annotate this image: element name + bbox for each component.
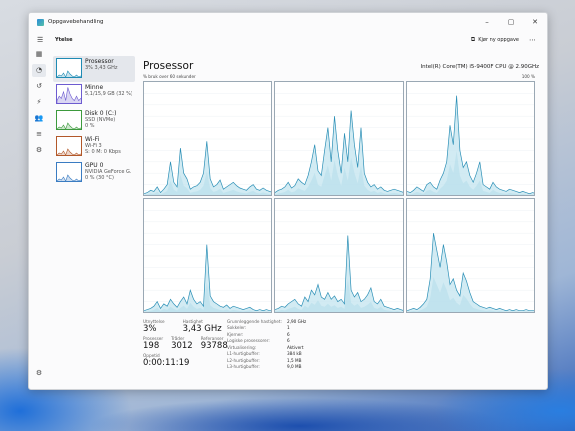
cpu-core-graph-4	[274, 198, 404, 313]
sidebar-sparkline	[57, 87, 81, 103]
users-icon[interactable]: 👥	[32, 112, 46, 125]
handles-value: 93788	[200, 341, 228, 351]
cpu-graph-grid	[143, 81, 535, 313]
usage-area	[275, 110, 403, 195]
sidebar-sparkline	[57, 122, 81, 129]
detail-key: Grunnleggende hastighet:	[227, 319, 282, 324]
page-title: Ytelse	[55, 36, 73, 43]
toolbar: ☰ Ytelse ⧉ Kjør ny oppgave ⋯	[29, 31, 547, 48]
processes-icon[interactable]: ▦	[32, 48, 46, 61]
sidebar-item-name: GPU 0	[85, 162, 104, 169]
usage-line	[275, 235, 403, 311]
cpu-stats: Utnyttelse 3% Hastighet 3,43 GHz Prosess…	[143, 319, 539, 370]
minimize-button[interactable]: –	[475, 13, 499, 31]
title-bar: Oppgavebehandling – ▢ ✕	[29, 13, 547, 31]
usage-area	[406, 233, 534, 312]
sidebar-item-text: GPU 0 NVIDIA GeForce G... 0 % (30 °C)	[85, 162, 132, 181]
sidebar-thumbnail	[56, 136, 82, 156]
task-manager-window: Oppgavebehandling – ▢ ✕ ☰ Ytelse ⧉ Kjør …	[28, 12, 548, 390]
sidebar-thumbnail	[56, 162, 82, 182]
window-controls: – ▢ ✕	[475, 13, 547, 31]
task-manager-app-icon	[37, 18, 44, 26]
sidebar-item-name: Disk 0 (C:)	[85, 110, 117, 117]
sidebar-item-line2: 0 % (30 °C)	[85, 175, 114, 181]
sidebar-item-name: Minne	[85, 84, 104, 91]
detail-value: 384 kB	[287, 351, 302, 357]
run-task-icon: ⧉	[470, 35, 476, 43]
sidebar-item-1[interactable]: Prosessor 3% 3,43 GHz	[53, 56, 135, 82]
uptime-value: 0:00:11:19	[143, 358, 190, 368]
sidebar-sparkline	[57, 148, 81, 155]
panel-title: Prosessor	[143, 60, 194, 72]
sidebar-thumbnail	[56, 110, 82, 130]
sidebar-item-3[interactable]: Disk 0 (C:) SSD (NVMe) 0 %	[53, 108, 135, 134]
processes-value: 198	[143, 341, 160, 351]
detail-value: 6	[287, 331, 290, 337]
detail-key: Kjerner:	[227, 331, 244, 337]
sidebar-item-line2: S: 0 M: 0 Kbps	[85, 149, 121, 155]
detail-value: 9,0 MB	[287, 364, 302, 370]
run-new-task-button[interactable]: ⧉ Kjør ny oppgave	[471, 36, 519, 44]
cpu-model-name: Intel(R) Core(TM) i5-9400F CPU @ 2.90GHz	[420, 64, 539, 70]
graph-caption: % bruk over 60 sekunder	[143, 74, 196, 79]
cpu-core-graph-3	[143, 198, 273, 313]
sidebar-item-line2: 0 %	[85, 123, 95, 129]
utilization-value: 3%	[143, 324, 157, 334]
window-title: Oppgavebehandling	[48, 19, 104, 25]
sidebar-item-line1: 5,1/15,9 GB (32 %)	[85, 91, 132, 97]
performance-sidebar: Prosessor 3% 3,43 GHz Minne 5,1/15,9 GB (32…	[53, 56, 135, 186]
performance-icon[interactable]: ◔	[32, 64, 46, 77]
maximize-button[interactable]: ▢	[499, 13, 523, 31]
sidebar-item-name: Wi-Fi	[85, 136, 100, 143]
sidebar-item-2[interactable]: Minne 5,1/15,9 GB (32 %)	[53, 82, 135, 108]
startup-icon[interactable]: ⚡	[32, 96, 46, 109]
detail-value: 6	[287, 338, 290, 344]
detail-key: L2-hurtigbuffer:	[227, 357, 260, 363]
sidebar-item-5[interactable]: GPU 0 NVIDIA GeForce G... 0 % (30 °C)	[53, 160, 135, 186]
settings-icon[interactable]: ⚙	[32, 367, 46, 380]
sidebar-sparkline	[57, 70, 81, 77]
sidebar-item-text: Disk 0 (C:) SSD (NVMe) 0 %	[85, 110, 116, 129]
speed-value: 3,43 GHz	[182, 324, 222, 334]
cpu-core-graph-1	[274, 81, 404, 196]
services-icon[interactable]: ⚙	[32, 144, 46, 157]
detail-value: 2,90 GHz	[287, 319, 307, 324]
cpu-details-table: Grunnleggende hastighet: 2,90 GHz Sokkeler…	[227, 319, 337, 370]
usage-line	[406, 95, 534, 195]
cpu-core-graph-0	[143, 81, 273, 196]
sidebar-item-text: Wi-Fi Wi-Fi 3 S: 0 M: 0 Kbps	[85, 136, 121, 155]
detail-key: Virtualisering:	[227, 344, 257, 350]
graph-max-label: 100 %	[521, 74, 535, 79]
details-icon[interactable]: ≡	[32, 128, 46, 141]
close-button[interactable]: ✕	[523, 13, 547, 31]
nav-rail: ▦ ◔ ↺ ⚡ 👥 ≡ ⚙ ⚙	[29, 48, 49, 389]
sidebar-item-name: Prosessor	[85, 58, 114, 65]
detail-key: L1-hurtigbuffer:	[227, 351, 260, 357]
more-options-button[interactable]: ⋯	[529, 36, 537, 44]
detail-key: Logiske prosessorer:	[227, 338, 270, 344]
app-history-icon[interactable]: ↺	[32, 80, 46, 93]
run-new-task-label: Kjør ny oppgave	[478, 36, 519, 43]
cpu-core-graph-5	[405, 198, 535, 313]
hamburger-icon[interactable]: ☰	[37, 36, 49, 44]
sidebar-thumbnail	[56, 84, 82, 104]
sidebar-item-text: Prosessor 3% 3,43 GHz	[85, 58, 118, 71]
cpu-panel: Prosessor Intel(R) Core(TM) i5-9400F CPU…	[143, 56, 539, 370]
sidebar-item-4[interactable]: Wi-Fi Wi-Fi 3 S: 0 M: 0 Kbps	[53, 134, 135, 160]
detail-key: Sokkeler:	[227, 325, 247, 331]
usage-area	[406, 95, 534, 195]
detail-key: L3-hurtigbuffer:	[227, 364, 260, 370]
cpu-core-graph-2	[405, 81, 535, 196]
detail-value: 1	[287, 325, 290, 331]
sidebar-item-text: Minne 5,1/15,9 GB (32 %)	[85, 84, 132, 97]
threads-value: 3012	[171, 341, 193, 351]
sidebar-sparkline	[57, 174, 81, 181]
detail-value: 1,5 MB	[287, 357, 302, 363]
usage-area	[144, 141, 272, 195]
detail-value: Aktivert	[287, 344, 304, 350]
sidebar-item-line1: 3% 3,43 GHz	[85, 65, 118, 71]
sidebar-thumbnail	[56, 58, 82, 78]
